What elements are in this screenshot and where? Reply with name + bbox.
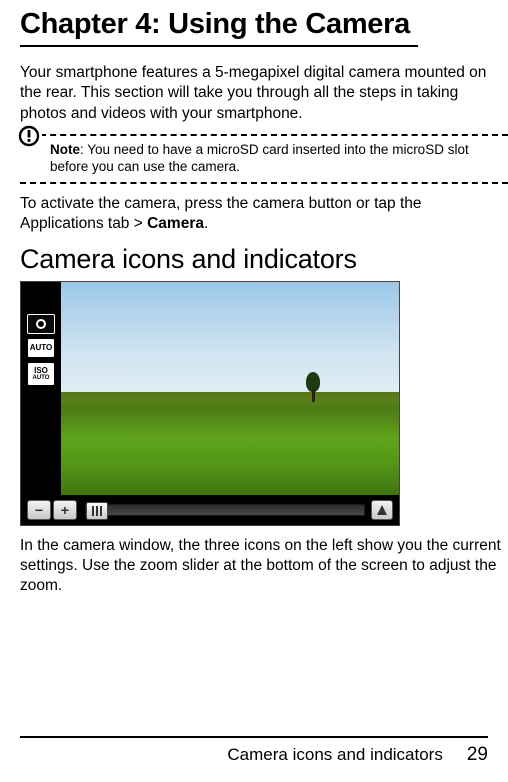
zoom-slider-handle[interactable] xyxy=(86,502,108,520)
camera-bottom-bar: − + xyxy=(21,495,399,525)
camera-preview-grass xyxy=(61,392,399,495)
footer-section-title: Camera icons and indicators xyxy=(227,745,442,765)
note-text: Note: You need to have a microSD card in… xyxy=(50,142,508,176)
chapter-title: Chapter 4: Using the Camera xyxy=(20,8,488,41)
camera-mode-icon[interactable] xyxy=(27,314,55,334)
intro-paragraph: Your smartphone features a 5-megapixel d… xyxy=(20,63,508,123)
activate-paragraph: To activate the camera, press the camera… xyxy=(20,194,508,234)
activate-post: . xyxy=(204,215,208,232)
zoom-out-button[interactable]: − xyxy=(27,500,51,520)
caption-paragraph: In the camera window, the three icons on… xyxy=(20,536,508,596)
page-footer: Camera icons and indicators 29 xyxy=(20,736,488,766)
note-box: Note: You need to have a microSD card in… xyxy=(20,134,508,184)
camera-preview-sky xyxy=(61,282,399,410)
iso-mode-icon[interactable]: ISO AUTO xyxy=(27,362,55,386)
camera-left-strip: AUTO ISO AUTO xyxy=(21,282,61,525)
section-heading: Camera icons and indicators xyxy=(20,244,488,275)
zoom-in-button[interactable]: + xyxy=(53,500,77,520)
iso-label-top: ISO xyxy=(34,367,48,375)
title-divider xyxy=(20,45,418,47)
note-body: : You need to have a microSD card insert… xyxy=(50,142,469,174)
gallery-button[interactable] xyxy=(371,500,393,520)
camera-screenshot: AUTO ISO AUTO − + xyxy=(20,281,400,526)
camera-preview-tree xyxy=(306,372,320,402)
note-label: Note xyxy=(50,142,80,157)
camera-preview-horizon xyxy=(61,392,399,402)
iso-label-bottom: AUTO xyxy=(33,375,50,381)
auto-mode-icon[interactable]: AUTO xyxy=(27,338,55,358)
zoom-slider-track[interactable] xyxy=(85,504,365,516)
footer-page-number: 29 xyxy=(467,744,488,766)
activate-bold: Camera xyxy=(147,215,204,232)
activate-pre: To activate the camera, press the camera… xyxy=(20,195,422,232)
alert-icon xyxy=(16,123,42,149)
